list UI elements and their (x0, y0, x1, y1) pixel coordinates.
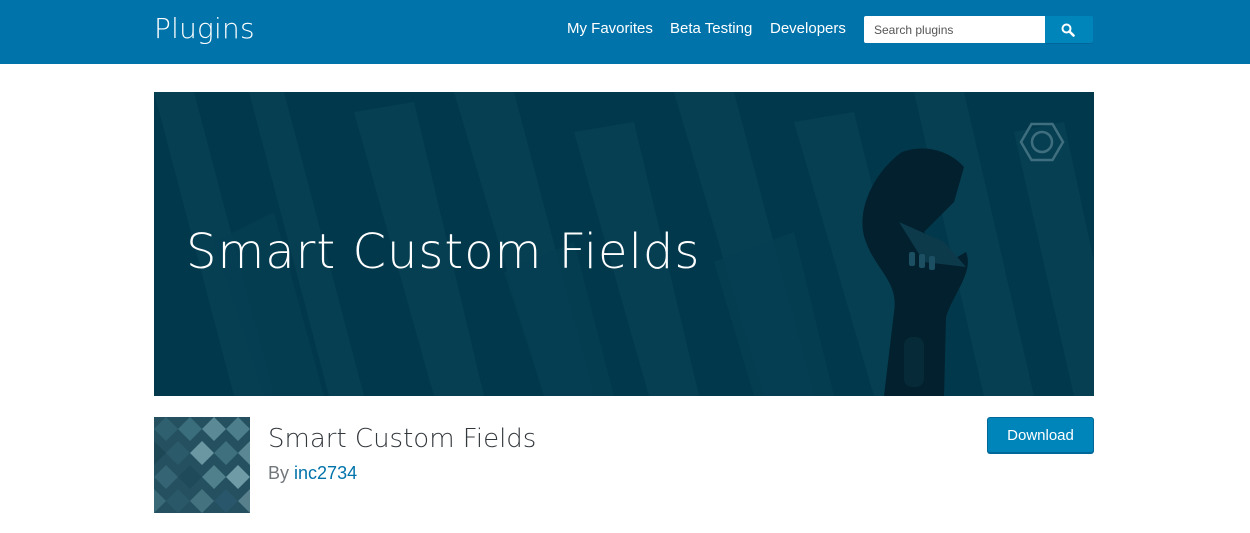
plugin-byline: By inc2734 (268, 461, 357, 485)
diamond-pattern-icon (154, 417, 250, 513)
plugin-icon (154, 417, 250, 513)
search-input[interactable] (864, 16, 1045, 43)
author-link[interactable]: inc2734 (294, 463, 357, 483)
search-button[interactable] (1045, 16, 1093, 43)
nav-my-favorites[interactable]: My Favorites (567, 20, 653, 38)
search-icon (1061, 23, 1075, 37)
plugin-banner: Smart Custom Fields (154, 92, 1094, 396)
download-button[interactable]: Download (987, 417, 1094, 453)
banner-title: Smart Custom Fields (186, 224, 701, 280)
plugin-title: Smart Custom Fields (268, 424, 537, 454)
header-bar: Plugins My Favorites Beta Testing Develo… (0, 0, 1250, 64)
site-title[interactable]: Plugins (154, 12, 255, 46)
nav-developers[interactable]: Developers (770, 20, 846, 38)
nav-beta-testing[interactable]: Beta Testing (670, 20, 752, 38)
byline-prefix: By (268, 463, 290, 483)
